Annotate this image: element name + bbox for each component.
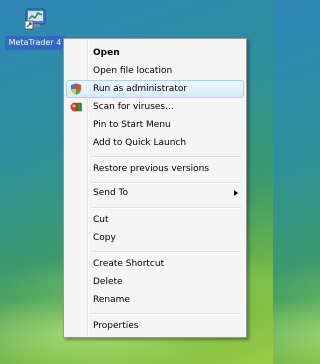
menu-item-label: Copy (93, 233, 116, 243)
menu-item-cut[interactable]: Cut (66, 211, 244, 229)
menu-item-label: Restore previous versions (93, 164, 210, 174)
menu-separator (91, 313, 241, 315)
menu-item-label: Delete (93, 277, 123, 287)
shield-icon (71, 83, 81, 95)
menu-item-add-to-quick-launch[interactable]: Add to Quick Launch (66, 134, 244, 152)
submenu-arrow-icon (234, 190, 238, 196)
menu-item-open[interactable]: Open (66, 44, 244, 62)
menu-item-delete[interactable]: Delete (66, 273, 244, 291)
menu-item-label: Open file location (93, 66, 173, 76)
metatrader-icon (25, 8, 46, 30)
menu-item-open-file-location[interactable]: Open file location (66, 62, 244, 80)
menu-item-properties[interactable]: Properties (66, 317, 244, 335)
menu-item-label: Pin to Start Menu (93, 120, 171, 130)
menu-item-send-to[interactable]: Send To (66, 184, 244, 202)
menu-item-pin-to-start-menu[interactable]: Pin to Start Menu (66, 116, 244, 134)
menu-item-run-as-administrator[interactable]: Run as administrator (66, 80, 244, 98)
menu-item-restore-previous-versions[interactable]: Restore previous versions (66, 160, 244, 178)
desktop-icon-label: MetaTrader 4 (5, 36, 65, 50)
menu-item-label: Scan for viruses... (93, 102, 174, 112)
menu-item-label: Send To (93, 188, 129, 198)
menu-item-copy[interactable]: Copy (66, 229, 244, 247)
menu-separator (91, 207, 241, 209)
menu-item-label: Cut (93, 215, 109, 225)
menu-item-label: Create Shortcut (93, 259, 165, 269)
context-menu: Open Open file location Run as administr… (63, 38, 247, 338)
menu-item-label: Rename (93, 295, 130, 305)
menu-item-create-shortcut[interactable]: Create Shortcut (66, 255, 244, 273)
menu-item-label: Properties (93, 321, 139, 331)
menu-item-scan-for-viruses[interactable]: Scan for viruses... (66, 98, 244, 116)
menu-item-rename[interactable]: Rename (66, 291, 244, 309)
menu-item-label: Add to Quick Launch (93, 138, 187, 148)
antivirus-icon (70, 102, 82, 112)
menu-item-label: Run as administrator (93, 84, 188, 94)
menu-item-label: Open (93, 48, 120, 58)
menu-separator (91, 156, 241, 158)
desktop-shortcut-metatrader[interactable]: MetaTrader 4 (5, 4, 65, 54)
menu-separator (91, 251, 241, 253)
